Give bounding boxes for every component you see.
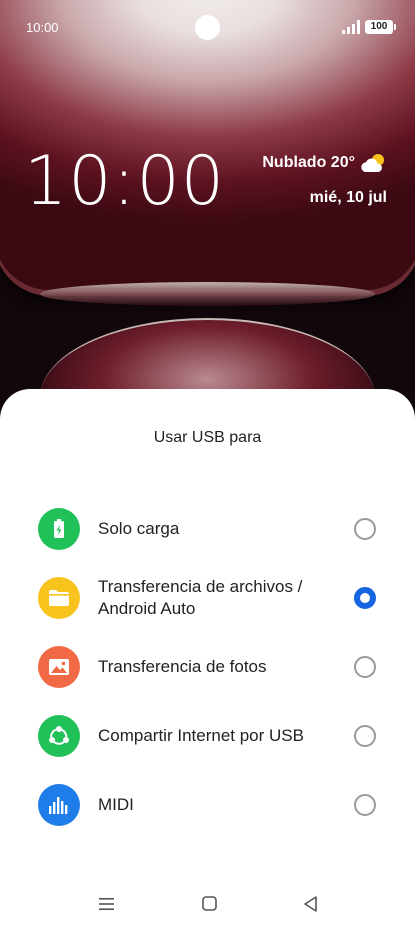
- option-label: Solo carga: [98, 519, 180, 538]
- option-solo-carga[interactable]: Solo carga: [0, 497, 415, 561]
- sheet-title: Usar USB para: [153, 429, 262, 446]
- option-midi[interactable]: MIDI: [0, 773, 415, 837]
- radio-midi[interactable]: [354, 794, 376, 816]
- signal-icon: [342, 20, 360, 34]
- option-compartir-internet[interactable]: Compartir Internet por USB: [0, 704, 415, 768]
- back-icon[interactable]: [301, 895, 321, 913]
- option-label: Transferencia de fotos: [98, 657, 267, 676]
- radio-transferencia-archivos[interactable]: [354, 587, 376, 609]
- lockscreen-date: mié, 10 jul: [309, 189, 387, 206]
- status-bar: 10:00 100: [0, 0, 415, 56]
- option-label: MIDI: [98, 795, 134, 814]
- battery-charging-icon: [38, 508, 80, 550]
- radio-compartir-internet[interactable]: [354, 725, 376, 747]
- option-label: Transferencia de archivos / Android Auto: [98, 577, 303, 618]
- camera-cutout: [195, 15, 220, 40]
- folder-icon: [38, 577, 80, 619]
- weather-widget[interactable]: Nublado 20°: [262, 152, 387, 174]
- image-icon: [38, 646, 80, 688]
- cloudy-sun-icon: [361, 154, 384, 172]
- battery-icon: 100: [365, 20, 396, 34]
- weather-text: Nublado 20°: [262, 154, 355, 171]
- usb-options-sheet: Usar USB para Solo carga Transferencia d…: [0, 389, 415, 928]
- home-icon[interactable]: [200, 895, 220, 913]
- share-icon: [38, 715, 80, 757]
- option-label: Compartir Internet por USB: [98, 726, 304, 745]
- radio-transferencia-fotos[interactable]: [354, 656, 376, 678]
- status-time: 10:00: [26, 20, 59, 35]
- equalizer-icon: [38, 784, 80, 826]
- lockscreen-clock: 10:00: [24, 142, 225, 221]
- option-transferencia-archivos[interactable]: Transferencia de archivos / Android Auto: [0, 566, 415, 630]
- radio-solo-carga[interactable]: [354, 518, 376, 540]
- menu-icon[interactable]: [97, 895, 117, 913]
- option-transferencia-fotos[interactable]: Transferencia de fotos: [0, 635, 415, 699]
- wallpaper-rim: [40, 282, 375, 306]
